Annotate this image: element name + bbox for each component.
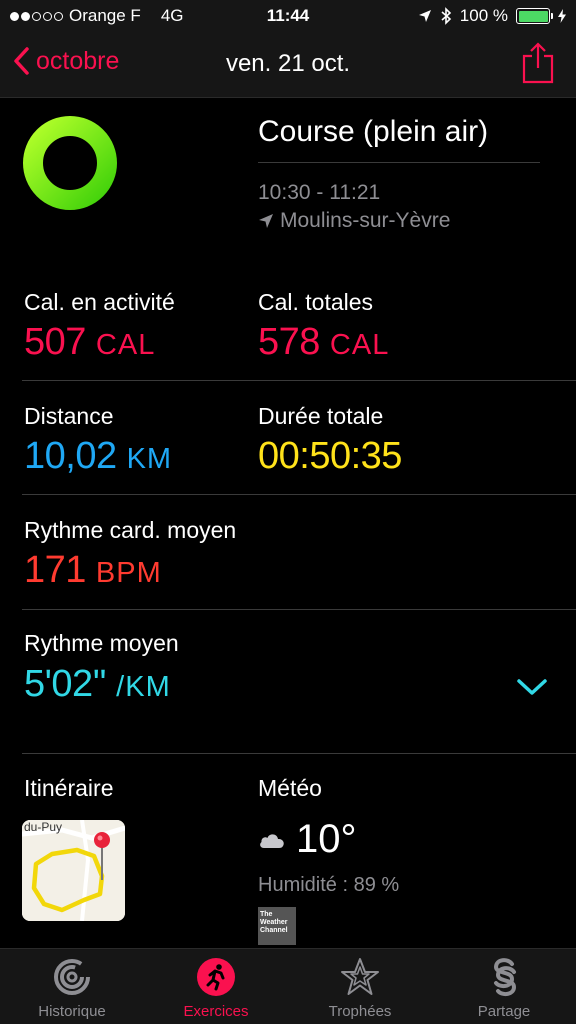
tab-exercices[interactable]: Exercices: [144, 949, 288, 1024]
duration-value: 00:50:35: [258, 435, 402, 478]
history-icon: [54, 959, 90, 995]
row-divider: [22, 609, 576, 610]
location-arrow-icon: [259, 214, 273, 228]
sharing-icon: [493, 958, 517, 997]
workout-location: Moulins-sur-Yèvre: [258, 209, 450, 233]
route-map-thumbnail[interactable]: du-Puy: [22, 820, 125, 921]
heart-rate-unit: BPM: [95, 557, 162, 589]
route-label: Itinéraire: [24, 775, 114, 801]
tab-label: Trophées: [328, 1003, 392, 1020]
workout-detail: Course (plein air) 10:30 - 11:21 Moulins…: [0, 99, 576, 949]
navigation-bar: octobre ven. 21 oct.: [0, 32, 576, 98]
cloud-icon: [260, 833, 284, 848]
row-divider: [22, 494, 576, 495]
distance-value: 10,02 KM: [24, 435, 172, 478]
total-calories-number: 578: [258, 321, 320, 363]
heart-rate-label: Rythme card. moyen: [24, 517, 237, 543]
active-calories-label: Cal. en activité: [24, 289, 175, 315]
status-bar: Orange F 4G 11:44 100 %: [0, 0, 576, 32]
pace-value: 5'02'' /KM: [24, 663, 171, 706]
distance-unit: KM: [126, 443, 173, 475]
pace-number: 5'02'': [24, 663, 107, 705]
battery-icon: [516, 8, 553, 24]
charging-bolt-icon: [558, 9, 566, 23]
active-calories-number: 507: [24, 321, 86, 363]
active-calories-unit: CAL: [95, 329, 156, 361]
tab-partage[interactable]: Partage: [432, 949, 576, 1024]
map-place-label: du-Puy: [24, 820, 63, 834]
total-calories-label: Cal. totales: [258, 289, 374, 315]
battery-percent: 100 %: [459, 6, 508, 25]
duration-number: 00:50:35: [258, 435, 402, 477]
tab-label: Partage: [477, 1003, 531, 1020]
pace-unit: /KM: [116, 671, 171, 703]
bluetooth-icon: [441, 7, 451, 25]
heart-rate-number: 171: [24, 549, 86, 591]
row-divider: [22, 380, 576, 381]
running-icon: [197, 958, 235, 996]
pace-label: Rythme moyen: [24, 630, 179, 656]
weather-summary: 10°: [258, 817, 357, 862]
total-calories-value: 578 CAL: [258, 321, 389, 364]
tab-label: Historique: [38, 1003, 106, 1020]
weather-channel-logo: The Weather Channel: [258, 907, 296, 945]
tab-trophees[interactable]: Trophées: [288, 949, 432, 1024]
route-map-image: [22, 820, 125, 921]
workout-title: Course (plein air): [258, 115, 489, 148]
weather-humidity: Humidité : 89 %: [258, 874, 400, 896]
chevron-down-icon[interactable]: [516, 677, 548, 697]
trophy-star-icon: [341, 958, 379, 995]
weather-label: Météo: [258, 775, 322, 801]
title-divider: [258, 162, 540, 163]
activity-ring-icon: [23, 116, 117, 210]
status-right: 100 %: [418, 6, 566, 26]
location-name: Moulins-sur-Yèvre: [280, 209, 451, 232]
distance-label: Distance: [24, 403, 114, 429]
tab-label: Exercices: [183, 1003, 249, 1020]
distance-number: 10,02: [24, 435, 117, 477]
tab-bar: Historique Exercices Trophées Partage: [0, 948, 576, 1024]
active-calories-value: 507 CAL: [24, 321, 155, 364]
weather-temperature: 10°: [296, 817, 357, 861]
total-calories-unit: CAL: [329, 329, 390, 361]
duration-label: Durée totale: [258, 403, 384, 429]
workout-time-range: 10:30 - 11:21: [258, 181, 381, 204]
share-icon[interactable]: [522, 42, 554, 84]
location-arrow-icon: [418, 10, 431, 22]
row-divider: [22, 753, 576, 754]
page-title: ven. 21 oct.: [225, 50, 351, 77]
heart-rate-value: 171 BPM: [24, 549, 162, 592]
tab-historique[interactable]: Historique: [0, 949, 144, 1024]
